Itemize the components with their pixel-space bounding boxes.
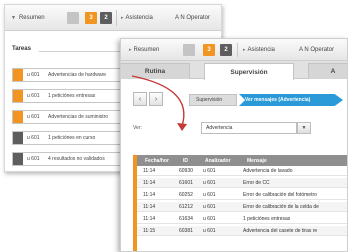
gray-alert-badge[interactable]: 2 xyxy=(100,12,112,24)
table-row[interactable]: 11:14 60930 u 601 Advertencia de lavado xyxy=(133,166,347,176)
table-row[interactable]: 11:14 61212 u 601 Error de calibración d… xyxy=(133,202,347,212)
chevron-right-icon: ▸ xyxy=(243,47,246,53)
chevron-down-icon: ▼ xyxy=(301,125,307,131)
table-row[interactable]: 11:15 60381 u 601 Advertencia del casete… xyxy=(133,226,347,236)
column-header-id[interactable]: ID xyxy=(183,155,188,166)
asistencia-label: Asistencia xyxy=(247,47,275,53)
forward-button[interactable]: › xyxy=(149,92,163,106)
supervision-window: ▸ Resumen 3 2 ▸ Asistencia A N Operator … xyxy=(120,38,348,252)
task-analyzer: u 601 xyxy=(27,114,40,120)
column-header-message[interactable]: Mensaje xyxy=(247,155,267,166)
resumen-menu[interactable]: ▼ Resumen xyxy=(11,15,45,21)
cell-analyzer: u 601 xyxy=(203,168,216,174)
orange-alert-badge[interactable]: 3 xyxy=(203,44,215,56)
cell-id: 60252 xyxy=(179,192,193,198)
tareas-heading: Tareas xyxy=(12,46,31,52)
blank-status-button[interactable] xyxy=(183,44,195,56)
cell-id: 61212 xyxy=(179,204,193,210)
resumen-label: Resumen xyxy=(18,15,45,21)
cell-id: 61601 xyxy=(179,180,193,186)
cell-analyzer: u 601 xyxy=(203,180,216,186)
resumen-label: Resumen xyxy=(133,47,160,53)
top-bar: ▼ Resumen 3 2 ▸ Asistencia A N Operator xyxy=(5,5,221,31)
resumen-menu[interactable]: ▸ Resumen xyxy=(129,47,159,53)
task-analyzer: u 601 xyxy=(27,72,40,78)
task-analyzer: u 601 xyxy=(27,93,40,99)
cell-time: 11:15 xyxy=(143,228,156,234)
cell-message: 1 peticiónes entresas xyxy=(243,216,291,222)
chevron-down-icon: ▼ xyxy=(11,15,16,21)
task-status-bar xyxy=(13,132,23,144)
back-button[interactable]: ‹ xyxy=(133,92,147,106)
column-header-time[interactable]: Fecha/hor xyxy=(145,155,169,166)
cell-message: Error de CC xyxy=(243,180,270,186)
cell-time: 11:14 xyxy=(143,180,156,186)
operator-label[interactable]: A N Operator xyxy=(299,47,334,53)
table-row[interactable]: 11:14 60252 u 601 Error de calibración d… xyxy=(133,190,347,200)
dropdown-button[interactable]: ▼ xyxy=(297,122,311,134)
divider xyxy=(116,10,117,26)
asistencia-menu[interactable]: ▸ Asistencia xyxy=(243,47,275,53)
gray-alert-badge[interactable]: 2 xyxy=(220,44,232,56)
cell-message: Advertencia de lavado xyxy=(243,168,293,174)
breadcrumb-current: Ver mensajes (Advertencia) xyxy=(239,94,343,106)
task-row[interactable]: u 601 1 peticiónes entresas xyxy=(12,89,124,103)
tab-more[interactable]: A xyxy=(308,63,347,79)
task-row[interactable]: u 601 4 resultados no validados xyxy=(12,152,124,166)
tab-bar: Rutina Supervisión A xyxy=(121,61,347,80)
tab-supervision[interactable]: Supervisión xyxy=(204,63,294,80)
view-filter-label: Ver: xyxy=(133,125,142,131)
cell-id: 60930 xyxy=(179,168,193,174)
asistencia-label: Asistencia xyxy=(125,15,153,21)
cell-id: 60381 xyxy=(179,228,193,234)
task-description: 1 peticiónes entresas xyxy=(48,93,96,99)
task-analyzer: u 601 xyxy=(27,135,40,141)
cell-analyzer: u 601 xyxy=(203,204,216,210)
task-description: 1 peticiónes en curso xyxy=(48,135,96,141)
chevron-right-icon: ▸ xyxy=(121,15,124,21)
table-row[interactable]: 11:14 61601 u 601 Error de CC xyxy=(133,178,347,188)
table-header: Fecha/hor ID Analizador Mensaje xyxy=(133,155,347,166)
cell-analyzer: u 601 xyxy=(203,192,216,198)
tab-rutina[interactable]: Rutina xyxy=(121,63,190,79)
task-description: Advertencias de hardware xyxy=(48,72,107,78)
cell-message: Advertencia del casete de tiras re xyxy=(243,228,318,234)
cell-id: 61634 xyxy=(179,216,193,222)
column-header-analyzer[interactable]: Analizador xyxy=(205,155,231,166)
table-row[interactable]: 11:14 61634 u 601 1 peticiónes entresas xyxy=(133,214,347,224)
task-row[interactable]: u 601 Advertencias de hardware xyxy=(12,68,124,82)
cell-analyzer: u 601 xyxy=(203,216,216,222)
chevron-right-icon: ▸ xyxy=(129,47,132,53)
cell-analyzer: u 601 xyxy=(203,228,216,234)
top-bar: ▸ Resumen 3 2 ▸ Asistencia A N Operator xyxy=(121,39,347,61)
operator-label[interactable]: A N Operator xyxy=(175,15,210,21)
blank-status-button[interactable] xyxy=(67,12,79,24)
divider xyxy=(237,43,238,57)
orange-alert-badge[interactable]: 3 xyxy=(85,12,97,24)
chevron-left-icon: ‹ xyxy=(138,95,142,103)
cell-time: 11:14 xyxy=(143,168,156,174)
task-status-bar xyxy=(13,153,23,165)
task-analyzer: u 601 xyxy=(27,156,40,162)
task-status-bar xyxy=(13,90,23,102)
task-row[interactable]: u 601 1 peticiónes en curso xyxy=(12,131,124,145)
task-row[interactable]: u 601 Advertencias de suministro xyxy=(12,110,124,124)
task-status-bar xyxy=(13,111,23,123)
cell-time: 11:14 xyxy=(143,216,156,222)
cell-time: 11:14 xyxy=(143,192,156,198)
selection-accent-bar xyxy=(133,155,137,251)
breadcrumb-supervision[interactable]: Supervisión xyxy=(189,94,237,106)
asistencia-menu[interactable]: ▸ Asistencia xyxy=(121,15,153,21)
task-status-bar xyxy=(13,69,23,81)
cell-message: Error de calibración del fotómetro xyxy=(243,192,317,198)
task-description: 4 resultados no validados xyxy=(48,156,105,162)
view-filter-select[interactable]: Advertencia xyxy=(201,122,297,134)
chevron-right-icon: › xyxy=(154,95,158,103)
task-description: Advertencias de suministro xyxy=(48,114,109,120)
cell-time: 11:14 xyxy=(143,204,156,210)
cell-message: Error de calibración de la celda de xyxy=(243,204,319,210)
